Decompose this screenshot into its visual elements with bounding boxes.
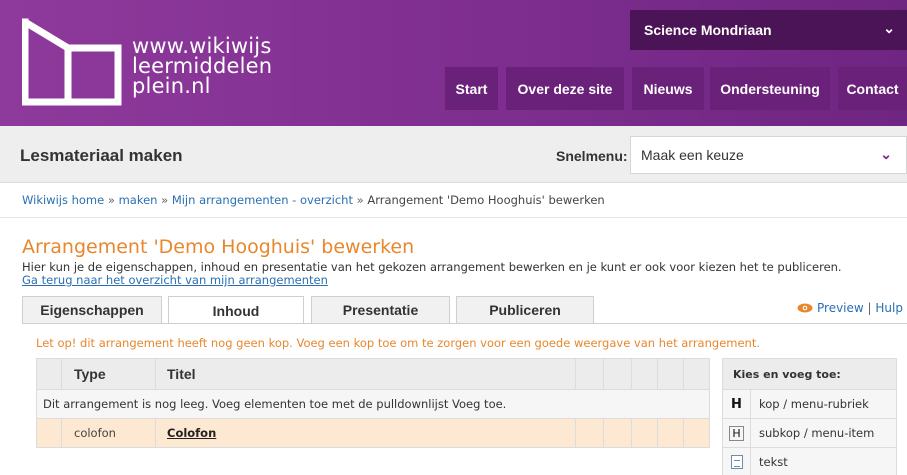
logo-line-1: www.wikiwijs <box>132 34 272 58</box>
tab-eigenschappen[interactable]: Eigenschappen <box>22 296 162 323</box>
column-header-titel: Titel <box>167 366 196 382</box>
logo-line-3: plein.nl <box>132 74 211 98</box>
add-tekst-item[interactable]: tekst <box>722 448 897 475</box>
site-header: www.wikiwijs leermiddelen plein.nl Scien… <box>0 0 907 126</box>
row-title-link[interactable]: Colofon <box>167 426 216 440</box>
breadcrumb-link-maken[interactable]: maken <box>119 193 158 207</box>
wikiwijs-logo-icon[interactable] <box>22 18 122 106</box>
nav-ondersteuning[interactable]: Ondersteuning <box>710 67 830 110</box>
add-kop-item[interactable]: H kop / menu-rubriek <box>722 390 897 419</box>
text-document-icon <box>730 455 743 469</box>
tabs-underline <box>22 323 907 324</box>
breadcrumb-link-overzicht[interactable]: Mijn arrangementen - overzicht <box>172 193 353 207</box>
page-title: Lesmateriaal maken <box>20 146 183 165</box>
table-header: Type Titel <box>36 358 710 390</box>
tab-inhoud[interactable]: Inhoud <box>168 296 304 324</box>
chevron-down-icon: ⌄ <box>883 20 895 36</box>
tab-presentatie[interactable]: Presentatie <box>311 296 450 323</box>
row-type: colofon <box>74 426 116 440</box>
nav-contact[interactable]: Contact <box>838 67 907 110</box>
breadcrumb-separator: » <box>107 193 115 207</box>
breadcrumb-current: Arrangement 'Demo Hooghuis' bewerken <box>367 193 605 207</box>
organization-name: Science Mondriaan <box>644 22 772 38</box>
breadcrumb: Wikiwijs home » maken » Mijn arrangement… <box>22 193 605 207</box>
eye-icon <box>797 303 813 313</box>
nav-nieuws[interactable]: Nieuws <box>632 67 704 110</box>
add-tekst-label: tekst <box>759 455 788 469</box>
nav-over-deze-site[interactable]: Over deze site <box>506 67 624 110</box>
site-logo-text[interactable]: www.wikiwijs leermiddelen plein.nl <box>132 34 273 98</box>
snelmenu-label: Snelmenu: <box>556 148 628 164</box>
tab-publiceren[interactable]: Publiceren <box>456 296 594 323</box>
organization-dropdown[interactable]: Science Mondriaan ⌄ <box>630 10 907 50</box>
arrangement-title: Arrangement 'Demo Hooghuis' bewerken <box>22 236 415 258</box>
empty-table-message: Dit arrangement is nog leeg. Voeg elemen… <box>43 397 507 411</box>
snelmenu-value: Maak een keuze <box>641 147 744 163</box>
add-element-heading: Kies en voeg toe: <box>722 358 897 390</box>
preview-link[interactable]: Preview <box>817 301 864 315</box>
column-header-type: Type <box>74 366 106 382</box>
breadcrumb-link-home[interactable]: Wikiwijs home <box>22 193 104 207</box>
nav-start[interactable]: Start <box>445 67 498 110</box>
table-row[interactable]: colofon Colofon <box>36 419 710 448</box>
table-row-empty: Dit arrangement is nog leeg. Voeg elemen… <box>36 390 710 419</box>
add-subkop-item[interactable]: H subkop / menu-item <box>722 419 897 448</box>
heading-icon: H <box>731 396 742 412</box>
add-element-panel: Kies en voeg toe: H kop / menu-rubriek H… <box>722 358 897 475</box>
warning-message: Let op! dit arrangement heeft nog geen k… <box>36 336 761 350</box>
breadcrumb-separator: » <box>356 193 364 207</box>
add-kop-label: kop / menu-rubriek <box>759 397 869 411</box>
subheading-icon: H <box>729 425 744 441</box>
help-link[interactable]: Hulp <box>875 301 903 315</box>
back-to-overview-link[interactable]: Ga terug naar het overzicht van mijn arr… <box>22 273 328 287</box>
add-subkop-label: subkop / menu-item <box>759 426 875 440</box>
preview-help-links: Preview | Hulp <box>797 301 903 315</box>
snelmenu-select[interactable]: Maak een keuze ⌄ <box>630 136 907 174</box>
divider <box>0 217 907 218</box>
chevron-down-icon: ⌄ <box>880 146 892 162</box>
breadcrumb-separator: » <box>161 193 169 207</box>
content-table: Type Titel Dit arrangement is nog leeg. … <box>36 358 710 448</box>
arrangement-description: Hier kun je de eigenschappen, inhoud en … <box>22 260 842 274</box>
logo-line-2: leermiddelen <box>132 54 273 78</box>
